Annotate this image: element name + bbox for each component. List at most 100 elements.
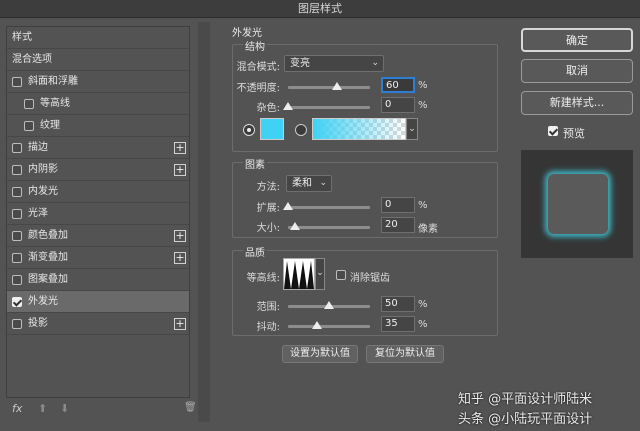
style-item[interactable]: 图案叠加 <box>7 269 189 291</box>
blend-mode-label: 混合模式: <box>236 62 280 73</box>
style-item[interactable]: 描边 + <box>7 137 189 159</box>
style-item-checkbox[interactable] <box>12 275 22 285</box>
style-item-label: 内发光 <box>28 186 58 197</box>
style-list-header[interactable]: 样式 <box>7 27 189 49</box>
range-input[interactable]: 50 <box>381 296 415 312</box>
range-unit: % <box>418 299 428 310</box>
move-down-icon[interactable]: ⬇ <box>60 402 69 415</box>
style-item-checkbox[interactable] <box>12 187 22 197</box>
style-item[interactable]: 投影 + <box>7 313 189 335</box>
gradient-dropdown-icon[interactable]: ⌄ <box>406 118 418 140</box>
noise-input[interactable]: 0 <box>381 97 415 113</box>
preview-label: 预览 <box>563 127 585 140</box>
solid-color-radio[interactable] <box>243 124 255 136</box>
layer-style-dialog: 图层样式 样式 混合选项 斜面和浮雕 等高线 纹理 描边 + 内阴影 + 内发光 光泽 颜色叠加 + 渐… <box>0 0 640 431</box>
style-list: 样式 混合选项 斜面和浮雕 等高线 纹理 描边 + 内阴影 + 内发光 光泽 颜色叠加 + 渐变叠加 + 图… <box>6 26 190 398</box>
style-item[interactable]: 渐变叠加 + <box>7 247 189 269</box>
style-item-checkbox[interactable] <box>12 165 22 175</box>
opacity-label: 不透明度: <box>236 83 280 94</box>
contour-preview[interactable] <box>283 258 315 290</box>
window-title: 图层样式 <box>0 0 640 18</box>
quality-title: 品质 <box>243 244 267 259</box>
style-item[interactable]: 光泽 <box>7 203 189 225</box>
style-item[interactable]: 等高线 <box>7 93 189 115</box>
spread-label: 扩展: <box>256 203 280 214</box>
radio-dot <box>247 128 251 132</box>
reset-default-button[interactable]: 复位为默认值 <box>366 345 444 363</box>
style-item-label: 投影 <box>28 318 48 329</box>
add-effect-icon[interactable]: + <box>174 230 186 242</box>
add-effect-icon[interactable]: + <box>174 142 186 154</box>
structure-title: 结构 <box>243 38 267 53</box>
gradient-preview[interactable] <box>312 118 406 140</box>
style-item-checkbox[interactable] <box>12 231 22 241</box>
style-item[interactable]: 内发光 <box>7 181 189 203</box>
style-item-checkbox[interactable] <box>12 253 22 263</box>
style-list-footer: fx ⬆ ⬇ 🗑 <box>6 398 197 422</box>
contour-dropdown-icon[interactable]: ⌄ <box>315 258 325 290</box>
move-up-icon[interactable]: ⬆ <box>38 402 47 415</box>
preview-checkbox[interactable] <box>548 126 558 136</box>
cancel-button[interactable]: 取消 <box>521 59 633 83</box>
spread-slider-track[interactable] <box>288 206 370 209</box>
spread-unit: % <box>418 200 428 211</box>
elements-title: 图素 <box>243 156 267 171</box>
style-item[interactable]: 纹理 <box>7 115 189 137</box>
jitter-input[interactable]: 35 <box>381 316 415 332</box>
method-value: 柔和 <box>292 178 312 189</box>
style-item[interactable]: 混合选项 <box>7 49 189 71</box>
size-input[interactable]: 20 <box>381 217 415 233</box>
jitter-label: 抖动: <box>256 322 280 333</box>
method-label: 方法: <box>256 182 280 193</box>
style-item[interactable]: 斜面和浮雕 <box>7 71 189 93</box>
gradient-radio[interactable] <box>295 124 307 136</box>
style-item-checkbox[interactable] <box>12 143 22 153</box>
contour-shape-icon <box>284 261 314 289</box>
noise-label: 杂色: <box>256 103 280 114</box>
range-label: 范围: <box>256 302 280 313</box>
noise-slider-thumb[interactable] <box>283 102 293 110</box>
spread-input[interactable]: 0 <box>381 197 415 213</box>
method-select[interactable]: 柔和 ⌄ <box>286 175 332 192</box>
style-item-checkbox[interactable] <box>12 209 22 219</box>
watermark-line-2: 头条 @小陆玩平面设计 <box>458 412 593 427</box>
opacity-unit: % <box>418 80 428 91</box>
ok-button[interactable]: 确定 <box>521 28 633 52</box>
glow-color-swatch[interactable] <box>260 118 284 140</box>
style-item[interactable]: 颜色叠加 + <box>7 225 189 247</box>
style-item-checkbox[interactable] <box>24 99 34 109</box>
range-slider-thumb[interactable] <box>324 301 334 309</box>
opacity-slider-thumb[interactable] <box>332 82 343 90</box>
antialias-checkbox[interactable] <box>336 270 346 280</box>
add-effect-icon[interactable]: + <box>174 252 186 264</box>
blend-mode-value: 变亮 <box>290 58 310 69</box>
fx-icon[interactable]: fx <box>12 402 22 415</box>
noise-slider-track[interactable] <box>288 106 370 109</box>
size-slider-thumb[interactable] <box>289 222 300 230</box>
style-item-label: 内阴影 <box>28 164 58 175</box>
style-item[interactable]: 外发光 <box>7 291 189 313</box>
style-item-checkbox[interactable] <box>24 121 34 131</box>
spread-slider-thumb[interactable] <box>283 202 293 210</box>
opacity-input[interactable]: 60 <box>381 77 415 93</box>
jitter-slider-track[interactable] <box>288 325 370 328</box>
panel-scrollbar[interactable] <box>198 22 210 422</box>
watermark: 知乎 @平面设计师陆米 头条 @小陆玩平面设计 <box>458 392 640 428</box>
set-default-button[interactable]: 设置为默认值 <box>282 345 358 363</box>
opacity-slider-track[interactable] <box>288 86 370 89</box>
style-item-checkbox[interactable] <box>12 319 22 329</box>
jitter-unit: % <box>418 319 428 330</box>
jitter-slider-thumb[interactable] <box>311 321 322 329</box>
new-style-button[interactable]: 新建样式... <box>521 91 633 115</box>
style-item-label: 颜色叠加 <box>28 230 68 241</box>
trash-icon[interactable]: 🗑 <box>184 402 197 413</box>
style-item-checkbox[interactable] <box>12 77 22 87</box>
size-label: 大小: <box>256 223 280 234</box>
style-item[interactable]: 内阴影 + <box>7 159 189 181</box>
style-item-label: 光泽 <box>28 208 48 219</box>
add-effect-icon[interactable]: + <box>174 318 186 330</box>
style-item-checkbox[interactable] <box>12 297 22 307</box>
size-slider-track[interactable] <box>288 226 370 229</box>
add-effect-icon[interactable]: + <box>174 164 186 176</box>
blend-mode-select[interactable]: 变亮 ⌄ <box>284 55 384 72</box>
